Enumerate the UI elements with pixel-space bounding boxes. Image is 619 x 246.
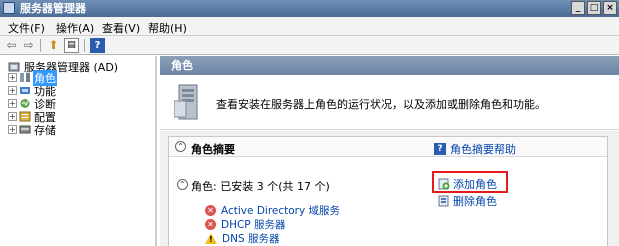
intro-text: 查看安装在服务器上角色的运行状况，以及添加或删除角色和功能。 [216,98,546,111]
expand-icon[interactable]: + [8,99,17,108]
warning-icon: ! [205,233,217,244]
role-name: DNS 服务器 [222,233,280,245]
server-manager-app-icon [3,2,15,14]
window-controls: _ □ × [571,1,617,15]
main-pane: 角色 查看安装在服务器上角色的运行状况，以及添加或删除角色和功能。 ⌃ 角色摘要… [160,56,619,246]
collapse-icon[interactable]: ⌃ [175,141,186,152]
tree-item-label: 存储 [34,123,56,137]
storage-icon [19,125,31,134]
toolbar-separator [40,39,41,52]
maximize-button[interactable]: □ [587,1,601,15]
menu-bar: 文件(F) 操作(A) 查看(V) 帮助(H) [0,17,619,36]
expand-icon[interactable]: + [8,112,17,121]
menu-help[interactable]: 帮助(H) [148,20,187,36]
window-title: 服务器管理器 [20,2,86,15]
roles-summary-help-link[interactable]: ? 角色摘要帮助 [434,141,516,157]
add-roles-icon [438,178,450,190]
title-bar: 服务器管理器 _ □ × [0,0,619,17]
diagnostics-icon [20,99,30,108]
intro-section: 查看安装在服务器上角色的运行状况，以及添加或删除角色和功能。 [160,75,619,130]
menu-file[interactable]: 文件(F) [8,20,45,36]
summary-title: 角色摘要 [191,143,235,156]
role-item-dhcp[interactable]: ✕ DHCP 服务器 [205,217,285,232]
help-icon[interactable]: ? [90,38,105,53]
remove-roles-link[interactable]: 删除角色 [438,193,497,209]
tree-item-storage[interactable]: + 存储 [8,123,57,137]
roles-icon [20,73,30,82]
role-name: DHCP 服务器 [221,219,286,231]
summary-area: ⌃ 角色摘要 ? 角色摘要帮助 ⌃ 角色: 已安装 3 个(共 17 个) ✕ … [160,131,619,246]
menu-view[interactable]: 查看(V) [102,20,140,36]
close-button[interactable]: × [603,1,617,15]
add-roles-link[interactable]: 添加角色 [438,176,497,192]
minimize-button[interactable]: _ [571,1,585,15]
pane-header: 角色 [160,56,619,75]
back-arrow-icon[interactable]: ⇦ [4,38,19,53]
remove-roles-icon [438,195,449,207]
navigation-tree: 服务器管理器 (AD) + 角色 + 功能 + 诊断 + 配置 + 存储 [0,56,157,246]
help-link-label: 角色摘要帮助 [450,143,516,156]
collapse-roles-icon[interactable]: ⌃ [177,179,188,190]
roles-count-text: 角色: 已安装 3 个(共 17 个) [191,180,330,193]
role-name: Active Directory 域服务 [221,205,341,217]
menu-action[interactable]: 操作(A) [56,20,94,36]
expand-icon[interactable]: + [8,86,17,95]
toolbar: ⇦ ⇨ ⬆ ▤ ? [0,36,619,55]
server-roles-icon [174,84,198,120]
forward-arrow-icon[interactable]: ⇨ [21,38,36,53]
role-item-ad-ds[interactable]: ✕ Active Directory 域服务 [205,203,340,218]
expand-icon[interactable]: + [8,73,17,82]
summary-header: ⌃ 角色摘要 ? 角色摘要帮助 [169,137,607,157]
expand-icon[interactable]: + [8,125,17,134]
remove-roles-label: 删除角色 [453,195,497,208]
add-roles-label: 添加角色 [453,178,497,191]
toolbar-separator [84,39,85,52]
error-icon: ✕ [205,205,216,216]
configuration-icon [19,111,31,122]
error-icon: ✕ [205,219,216,230]
help-icon: ? [434,143,446,155]
role-item-dns[interactable]: ! DNS 服务器 [205,231,279,246]
roles-summary-card: ⌃ 角色摘要 ? 角色摘要帮助 ⌃ 角色: 已安装 3 个(共 17 个) ✕ … [168,136,608,246]
show-hide-tree-icon[interactable]: ▤ [64,38,79,53]
features-icon [20,87,30,94]
up-folder-icon[interactable]: ⬆ [46,38,61,53]
